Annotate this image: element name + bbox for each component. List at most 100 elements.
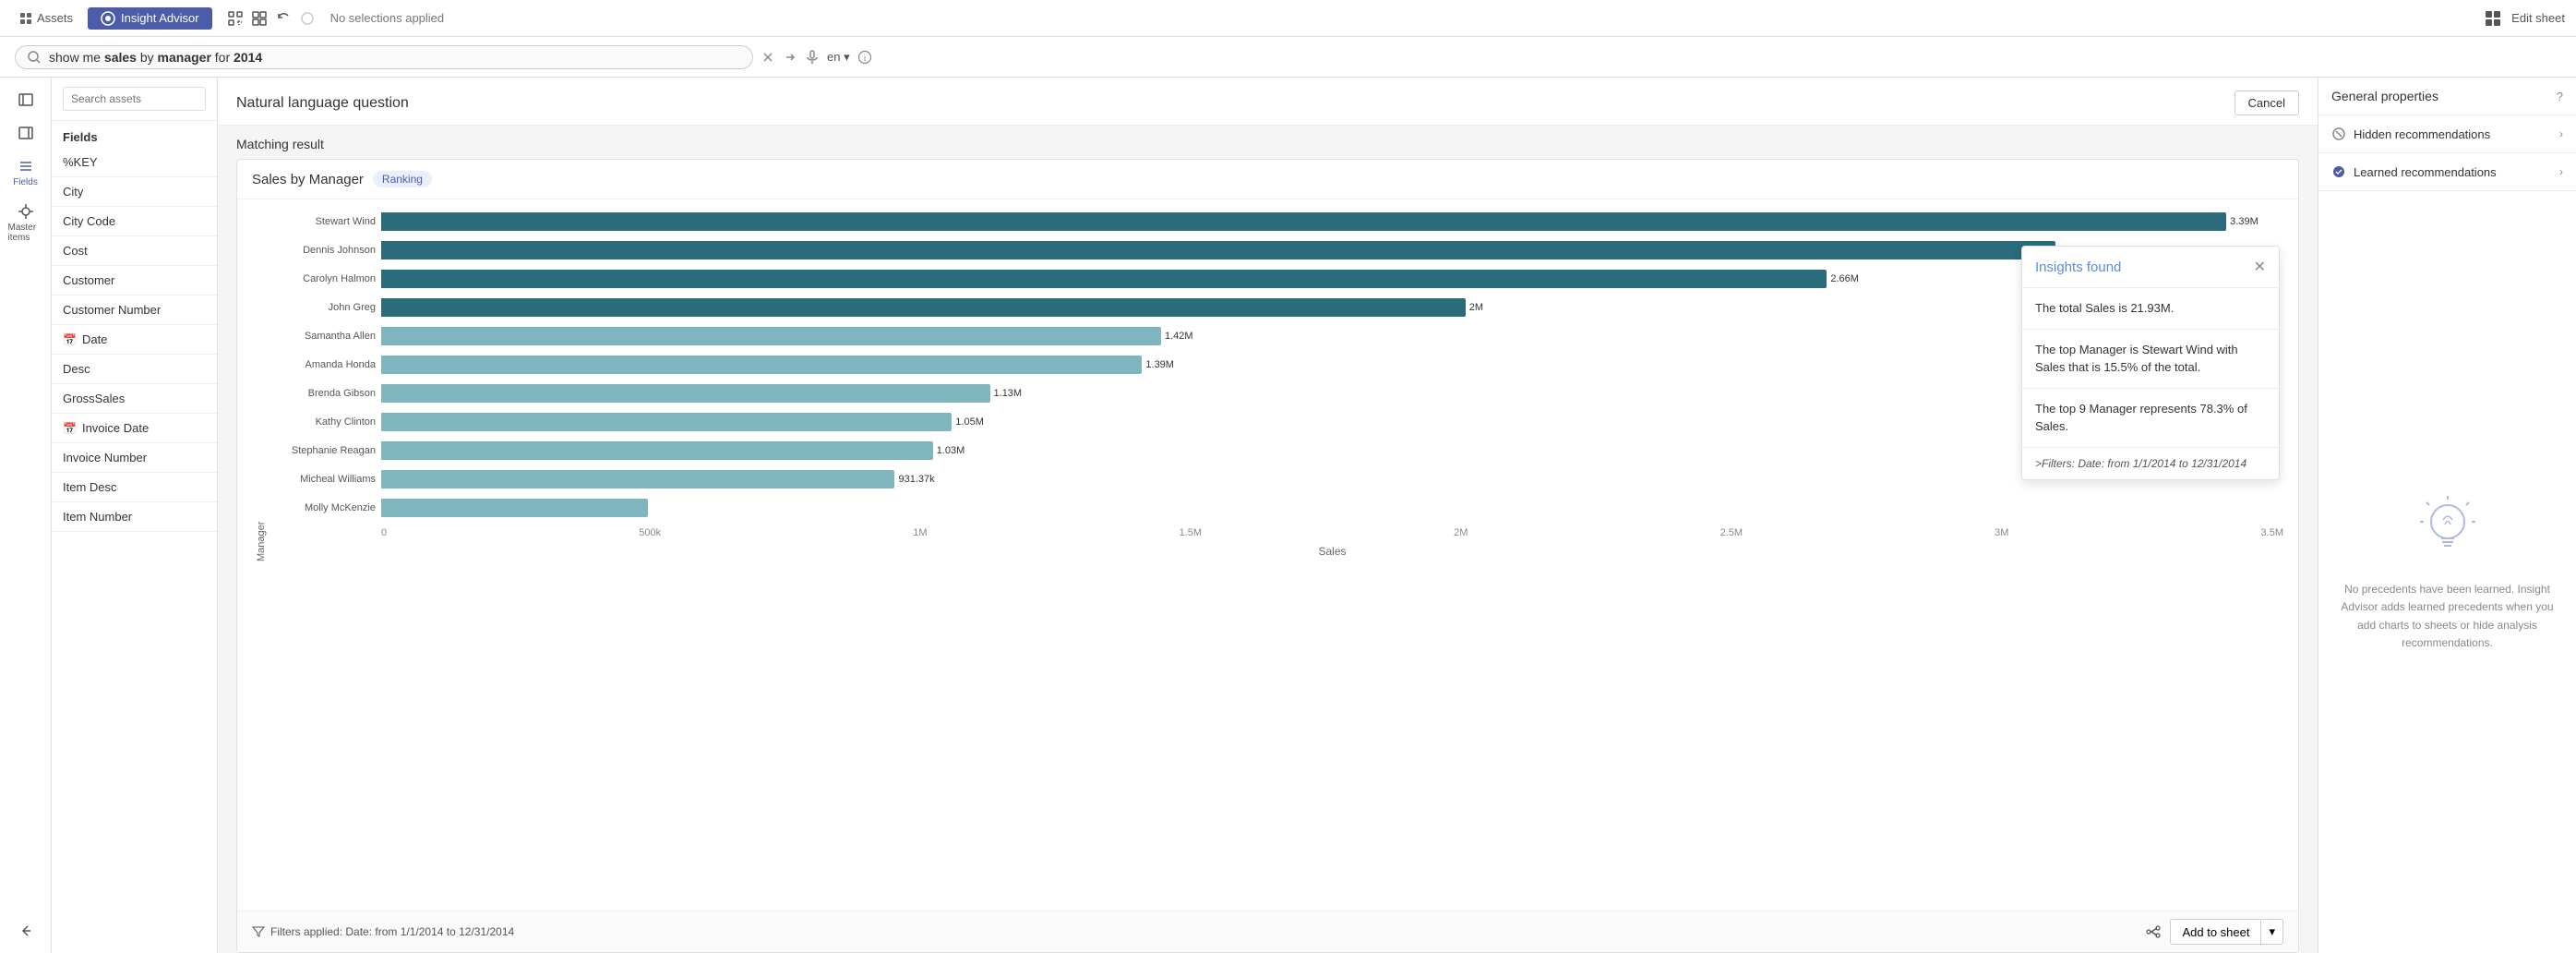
no-selections-label: No selections applied [330,11,445,25]
bar-container: 2M [381,298,2283,317]
back-icon [17,922,35,940]
bar-container: 931.37k [381,470,2283,489]
bar-label: Amanda Honda [274,359,376,370]
add-to-sheet-label: Add to sheet [2171,921,2261,944]
edit-sheet-label[interactable]: Edit sheet [2511,11,2565,25]
x-tick: 1M [913,527,927,538]
bar-row: Brenda Gibson 1.13M [274,380,2283,406]
field-item-desc[interactable]: Desc [52,355,217,384]
bar-label: John Greg [274,302,376,313]
sidebar-back[interactable] [3,916,49,946]
insights-header: Insights found ✕ [2022,247,2279,288]
bar-fill [381,384,990,403]
expand-icon[interactable] [251,10,268,27]
lock-icon[interactable] [299,10,316,27]
bar-value: 1.39M [1145,359,1174,370]
search-query-display: show me sales by manager for 2014 [49,50,262,65]
nlq-header: Natural language question Cancel [218,78,2318,126]
bar-label: Samantha Allen [274,331,376,342]
bar-label: Dennis Johnson [274,245,376,256]
sidebar-item-fields[interactable]: Fields [3,151,49,193]
bar-value: 3.39M [2230,216,2258,227]
undo-icon[interactable] [275,10,292,27]
add-to-sheet-dropdown-icon[interactable]: ▾ [2261,920,2282,944]
search-input-wrap[interactable]: show me sales by manager for 2014 [15,45,753,69]
bar-row: Amanda Honda 1.39M [274,352,2283,378]
bar-chart-inner: Manager Stewart Wind 3.39M Dennis John [252,209,2283,874]
x-tick: 0 [381,527,387,538]
field-item-item-desc[interactable]: Item Desc [52,473,217,502]
fields-search-area [52,78,217,121]
grid-icon[interactable] [2484,9,2502,28]
field-item-customer-number[interactable]: Customer Number [52,296,217,325]
bar-row: Molly McKenzie [274,495,2283,521]
insight-text: The top 9 Manager represents 78.3% of Sa… [2035,402,2247,434]
add-to-sheet-button[interactable]: Add to sheet ▾ [2170,919,2283,945]
x-tick: 1.5M [1180,527,1202,538]
lang-selector[interactable]: en ▾ [827,50,850,65]
insight-advisor-tab[interactable]: Insight Advisor [88,7,212,30]
clear-search-icon[interactable] [761,50,775,65]
field-item-gross-sales[interactable]: GrossSales [52,384,217,414]
bar-chart: Manager Stewart Wind 3.39M Dennis John [252,209,2283,901]
mic-icon[interactable] [805,50,820,65]
field-item-item-number[interactable]: Item Number [52,502,217,532]
bar-fill [381,356,1142,374]
insight-text: The top Manager is Stewart Wind with Sal… [2035,343,2238,375]
assets-tab[interactable]: Assets [11,11,80,26]
insight-item-1: The total Sales is 21.93M. [2022,288,2279,330]
fields-list: %KEY City City Code Cost Customer Custom… [52,148,217,953]
insights-filter: >Filters: Date: from 1/1/2014 to 12/31/2… [2022,448,2279,479]
bar-container: 1.42M [381,327,2283,345]
top-bar-right: Edit sheet [2484,9,2565,28]
field-item-key[interactable]: %KEY [52,148,217,177]
expand-panel-icon [17,90,35,109]
bar-container: 3.39M [381,212,2283,231]
bar-container: 3.07M [381,241,2283,259]
bar-fill [381,441,933,460]
bar-label: Micheal Williams [274,474,376,485]
field-item-customer[interactable]: Customer [52,266,217,296]
bar-label: Kathy Clinton [274,416,376,428]
bar-container: 1.03M [381,441,2283,460]
field-label: %KEY [63,155,98,169]
lightbulb-area: No precedents have been learned. Insight… [2318,191,2576,953]
sidebar-expand[interactable] [3,85,49,115]
bar-label: Molly McKenzie [274,502,376,513]
field-label: Desc [63,362,90,376]
sidebar-item-master-items[interactable]: Master items [3,197,49,248]
x-tick: 3.5M [2261,527,2283,538]
bar-fill [381,298,1466,317]
ranking-badge: Ranking [373,171,432,187]
info-icon[interactable]: i [857,50,872,65]
x-tick: 2M [1454,527,1468,538]
search-actions: en ▾ i [761,50,872,65]
field-item-city[interactable]: City [52,177,217,207]
main-layout: Fields Master items Fields [0,78,2576,953]
matching-result-title: Matching result [218,126,2318,159]
bar-value: 2M [1469,302,1483,313]
scan-icon[interactable] [227,10,244,27]
help-icon[interactable]: ? [2557,90,2563,103]
field-item-date[interactable]: 📅 Date [52,325,217,355]
fields-search-input[interactable] [63,87,206,111]
insights-close-button[interactable]: ✕ [2254,258,2266,276]
field-item-cost[interactable]: Cost [52,236,217,266]
bar-container: 1.13M [381,384,2283,403]
share-icon[interactable] [2146,923,2163,940]
field-item-invoice-date[interactable]: 📅 Invoice Date [52,414,217,443]
fields-panel-title: Fields [52,121,217,148]
bar-row: Dennis Johnson 3.07M [274,237,2283,263]
sidebar-collapse[interactable] [3,118,49,148]
arrow-right-icon[interactable] [783,50,797,65]
field-label: Invoice Date [82,421,149,435]
learned-recommendations-section[interactable]: Learned recommendations › [2318,153,2576,191]
hidden-recommendations-section[interactable]: Hidden recommendations › [2318,115,2576,153]
bar-container: 1.05M [381,413,2283,431]
field-item-invoice-number[interactable]: Invoice Number [52,443,217,473]
field-item-city-code[interactable]: City Code [52,207,217,236]
cancel-button[interactable]: Cancel [2235,90,2299,115]
bar-fill [381,212,2226,231]
bar-fill [381,327,1161,345]
chart-title: Sales by Manager [252,172,364,187]
